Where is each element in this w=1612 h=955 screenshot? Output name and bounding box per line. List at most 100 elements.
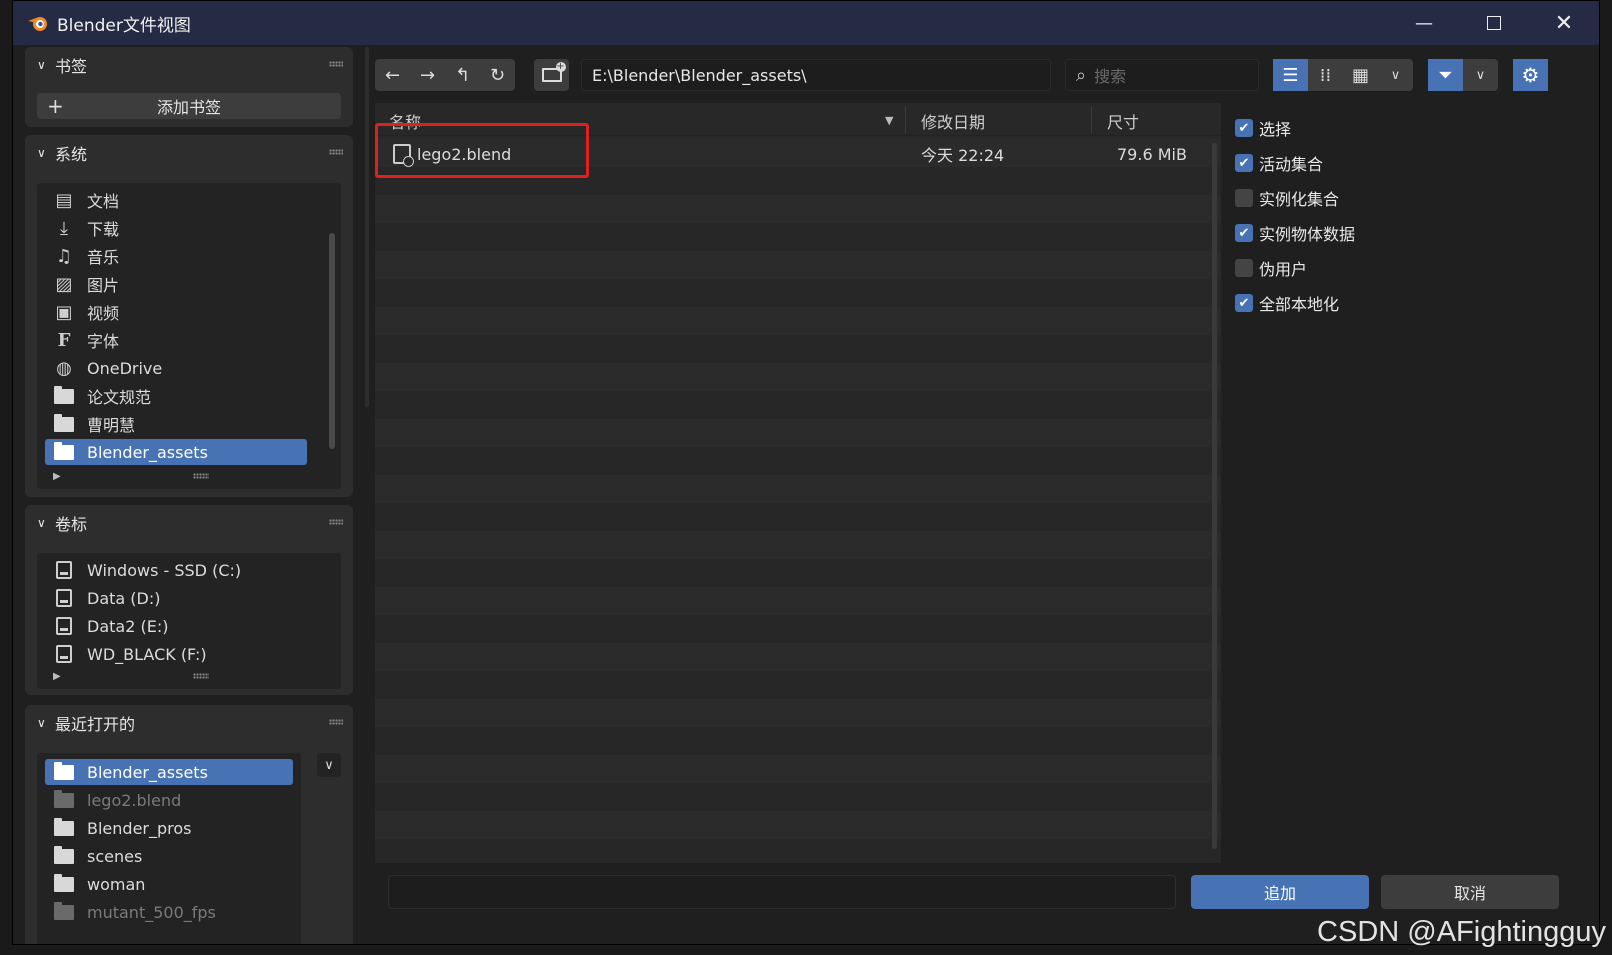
- option-fake-user[interactable]: 伪用户: [1235, 255, 1307, 281]
- expand-arrow-icon[interactable]: ▶: [53, 671, 61, 682]
- system-item-folder[interactable]: 论文规范: [45, 383, 307, 409]
- drag-grip-icon[interactable]: [329, 149, 343, 155]
- system-item-folder[interactable]: 曹明慧: [45, 411, 307, 437]
- recent-item-mutant[interactable]: mutant_500_fps: [45, 899, 293, 925]
- append-button[interactable]: 追加: [1191, 875, 1369, 909]
- volume-item-f[interactable]: WD_BLACK (F:): [45, 641, 325, 667]
- new-folder-group: +: [534, 59, 569, 91]
- volumes-header[interactable]: ∨ 卷标: [25, 505, 353, 541]
- chevron-down-icon: ∨: [1390, 67, 1401, 83]
- option-instance-collections[interactable]: 实例化集合: [1235, 185, 1339, 211]
- search-input[interactable]: ⌕ 搜索: [1065, 59, 1259, 91]
- picture-icon: ▨: [55, 273, 73, 295]
- file-list-background: [375, 139, 1221, 863]
- vertical-list-view-button[interactable]: ☰: [1273, 59, 1308, 91]
- filter-group: ⏷ ∨: [1428, 59, 1498, 91]
- checkbox-checked-icon[interactable]: ✔: [1235, 119, 1253, 137]
- filter-options-dropdown[interactable]: ∨: [1463, 59, 1498, 91]
- thumbnail-view-button[interactable]: ▦: [1343, 59, 1378, 91]
- close-icon: ✕: [1554, 10, 1574, 36]
- expand-arrow-icon[interactable]: ▶: [53, 471, 61, 482]
- sort-desc-icon[interactable]: ▼: [885, 114, 893, 127]
- folder-icon: [53, 413, 75, 434]
- system-scrollbar[interactable]: [329, 233, 335, 449]
- parent-folder-button[interactable]: ↰: [445, 59, 480, 91]
- horizontal-list-view-button[interactable]: ⁞⁞: [1308, 59, 1343, 91]
- file-list-scrollbar[interactable]: [1212, 143, 1217, 849]
- column-divider[interactable]: [1091, 107, 1092, 133]
- recent-menu-button[interactable]: ∨: [317, 753, 341, 777]
- system-header[interactable]: ∨ 系统: [25, 135, 353, 171]
- display-options-dropdown[interactable]: ∨: [1378, 59, 1413, 91]
- checkbox-checked-icon[interactable]: ✔: [1235, 224, 1253, 242]
- path-input[interactable]: E:\Blender\Blender_assets\: [581, 59, 1051, 91]
- folder-icon: [53, 873, 75, 894]
- option-make-all-local[interactable]: ✔ 全部本地化: [1235, 290, 1339, 316]
- recent-item-lego2[interactable]: lego2.blend: [45, 787, 293, 813]
- system-item-blender-assets[interactable]: Blender_assets: [45, 439, 307, 465]
- resize-grip-icon[interactable]: [193, 673, 209, 679]
- chevron-down-icon: ∨: [324, 757, 334, 773]
- music-icon: ♫: [55, 245, 73, 267]
- recent-header[interactable]: ∨ 最近打开的: [25, 705, 353, 741]
- new-folder-icon: +: [541, 62, 566, 82]
- forward-button[interactable]: →: [410, 59, 445, 91]
- resize-grip-icon[interactable]: [193, 473, 209, 479]
- blender-logo-icon: [28, 17, 47, 31]
- checkbox-checked-icon[interactable]: ✔: [1235, 294, 1253, 312]
- recent-item-blender-assets[interactable]: Blender_assets: [45, 759, 293, 785]
- drive-icon: [53, 588, 75, 608]
- column-header-date[interactable]: 修改日期: [921, 109, 985, 133]
- option-instance-object-data[interactable]: ✔ 实例物体数据: [1235, 220, 1355, 246]
- options-panel: ✔ 选择 ✔ 活动集合 实例化集合 ✔ 实例物体数据 伪用户 ✔ 全部本地化: [1223, 103, 1583, 944]
- settings-group: ⚙: [1513, 59, 1548, 91]
- recent-item-scenes[interactable]: scenes: [45, 843, 293, 869]
- system-item-downloads[interactable]: ⤓ 下载: [45, 215, 307, 241]
- drag-grip-icon[interactable]: [329, 719, 343, 725]
- refresh-button[interactable]: ↻: [480, 59, 515, 91]
- filter-icon: ⏷: [1438, 64, 1453, 86]
- folder-icon: [53, 789, 75, 810]
- system-item-videos[interactable]: ▣ 视频: [45, 299, 307, 325]
- checkbox-unchecked-icon[interactable]: [1235, 189, 1253, 207]
- system-item-documents[interactable]: ▤ 文档: [45, 187, 307, 213]
- volume-item-e[interactable]: Data2 (E:): [45, 613, 325, 639]
- volume-item-d[interactable]: Data (D:): [45, 585, 325, 611]
- system-item-pictures[interactable]: ▨ 图片: [45, 271, 307, 297]
- settings-button[interactable]: ⚙: [1513, 59, 1548, 91]
- folder-icon: [53, 845, 75, 866]
- option-select[interactable]: ✔ 选择: [1235, 115, 1291, 141]
- filter-toggle-button[interactable]: ⏷: [1428, 59, 1463, 91]
- volume-item-c[interactable]: Windows - SSD (C:): [45, 557, 325, 583]
- option-active-collection[interactable]: ✔ 活动集合: [1235, 150, 1323, 176]
- display-mode-group: ☰ ⁞⁞ ▦ ∨: [1273, 59, 1413, 91]
- recent-item-woman[interactable]: woman: [45, 871, 293, 897]
- system-list: ▤ 文档 ⤓ 下载 ♫ 音乐 ▨ 图片 ▣ 视频 F 字体 ◍ OneDrive…: [37, 183, 341, 489]
- minimize-button[interactable]: —: [1389, 1, 1459, 45]
- checkbox-checked-icon[interactable]: ✔: [1235, 154, 1253, 172]
- checkbox-unchecked-icon[interactable]: [1235, 259, 1253, 277]
- close-button[interactable]: ✕: [1529, 1, 1599, 45]
- add-bookmark-button[interactable]: + 添加书签: [37, 93, 341, 119]
- chevron-down-icon: ∨: [37, 716, 46, 730]
- maximize-button[interactable]: [1459, 1, 1529, 45]
- minimize-icon: —: [1415, 12, 1433, 34]
- drag-grip-icon[interactable]: [329, 61, 343, 67]
- sidebar: ∨ 书签 + 添加书签 ∨ 系统 ▤ 文档 ⤓ 下载 ♫ 音乐 ▨ 图片 ▣ 视…: [25, 47, 369, 944]
- system-item-onedrive[interactable]: ◍ OneDrive: [45, 355, 307, 381]
- recent-item-blender-pros[interactable]: Blender_pros: [45, 815, 293, 841]
- system-item-music[interactable]: ♫ 音乐: [45, 243, 307, 269]
- system-panel: ∨ 系统 ▤ 文档 ⤓ 下载 ♫ 音乐 ▨ 图片 ▣ 视频 F 字体 ◍ One…: [25, 135, 353, 497]
- system-item-fonts[interactable]: F 字体: [45, 327, 307, 353]
- drag-grip-icon[interactable]: [329, 519, 343, 525]
- cancel-button[interactable]: 取消: [1381, 875, 1559, 909]
- back-button[interactable]: ←: [375, 59, 410, 91]
- folder-icon: [53, 385, 75, 406]
- filename-input[interactable]: [388, 875, 1176, 909]
- column-divider[interactable]: [905, 107, 906, 133]
- new-folder-button[interactable]: +: [534, 59, 569, 91]
- search-icon: ⌕: [1076, 64, 1087, 86]
- maximize-icon: [1487, 16, 1501, 30]
- column-header-size[interactable]: 尺寸: [1107, 109, 1139, 133]
- bookmarks-header[interactable]: ∨ 书签: [25, 47, 353, 83]
